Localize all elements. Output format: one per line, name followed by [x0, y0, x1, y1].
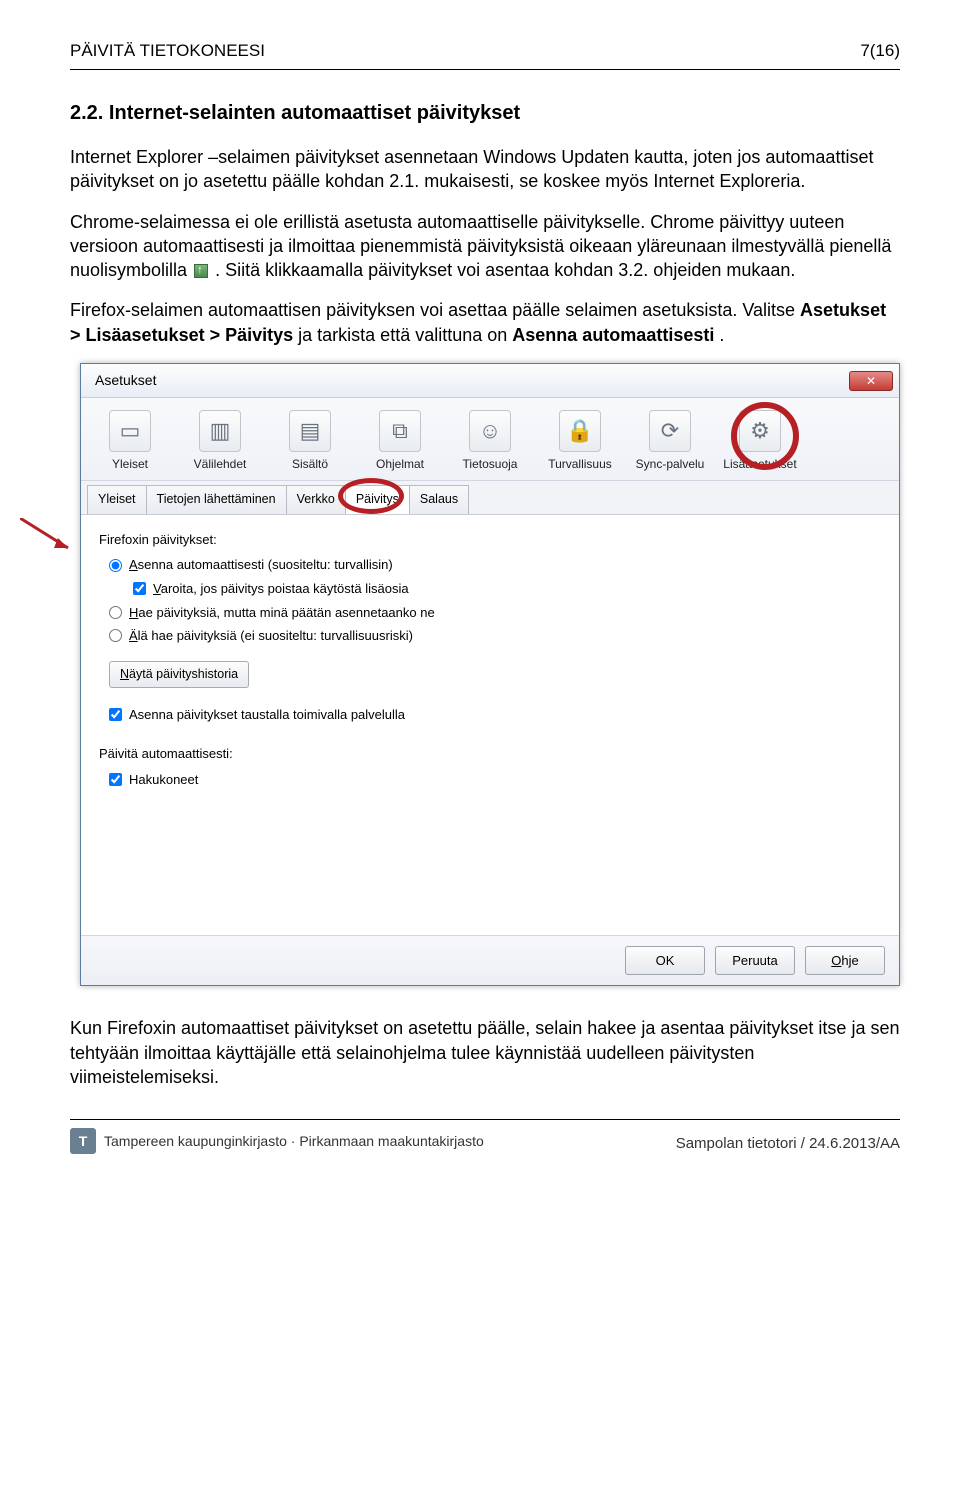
option-search-engines[interactable]: Hakukoneet — [109, 771, 881, 789]
paragraph-3: Firefox-selaimen automaattisen päivityks… — [70, 298, 900, 347]
red-highlight-ring — [338, 478, 404, 514]
auto-update-group-label: Päivitä automaattisesti: — [99, 745, 881, 763]
dialog-footer: OK Peruuta Ohje — [81, 935, 899, 986]
header-page-number: 7(16) — [860, 40, 900, 63]
radio-check-but-ask[interactable] — [109, 606, 122, 619]
subtab-verkko[interactable]: Verkko — [286, 485, 346, 514]
category-tietosuoja[interactable]: ☺Tietosuoja — [445, 406, 535, 480]
option-background-service[interactable]: Asenna päivitykset taustalla toimivalla … — [109, 706, 881, 724]
firefox-settings-dialog: Asetukset ✕ ▭Yleiset▥Välilehdet▤Sisältö⧉… — [80, 363, 900, 986]
subtab-päivitys[interactable]: Päivitys — [345, 485, 410, 514]
header-left: PÄIVITÄ TIETOKONEESI — [70, 40, 265, 63]
show-update-history-button[interactable]: Näytä päivityshistoria — [109, 661, 249, 688]
category-sisältö[interactable]: ▤Sisältö — [265, 406, 355, 480]
checkbox-background-service[interactable] — [109, 708, 122, 721]
category-icon: ▤ — [289, 410, 331, 452]
chrome-update-arrow-icon — [194, 264, 208, 278]
category-turvallisuus[interactable]: 🔒Turvallisuus — [535, 406, 625, 480]
category-icon: ▭ — [109, 410, 151, 452]
category-lisäasetukset[interactable]: ⚙Lisäasetukset — [715, 406, 805, 480]
cancel-button[interactable]: Peruuta — [715, 946, 795, 976]
page-header: PÄIVITÄ TIETOKONEESI 7(16) — [70, 40, 900, 63]
footer-logo: T Tampereen kaupunginkirjasto · Pirkanma… — [70, 1128, 484, 1154]
option-check-but-ask[interactable]: Hae päivityksiä, mutta minä päätän asenn… — [109, 604, 881, 622]
red-pointer-arrow — [20, 518, 80, 558]
subtab-yleiset[interactable]: Yleiset — [87, 485, 147, 514]
footer-right-text: Sampolan tietotori / 24.6.2013/AA — [676, 1134, 900, 1154]
category-icon: 🔒 — [559, 410, 601, 452]
advanced-subtabs: YleisetTietojen lähettäminenVerkkoPäivit… — [81, 481, 899, 515]
header-rule — [70, 69, 900, 70]
paragraph-1: Internet Explorer –selaimen päivitykset … — [70, 145, 900, 194]
paragraph-4: Kun Firefoxin automaattiset päivitykset … — [70, 1016, 900, 1089]
category-yleiset[interactable]: ▭Yleiset — [85, 406, 175, 480]
firefox-updates-group-label: Firefoxin päivitykset: — [99, 531, 881, 549]
category-icon: ⧉ — [379, 410, 421, 452]
category-ohjelmat[interactable]: ⧉Ohjelmat — [355, 406, 445, 480]
footer-rule — [70, 1119, 900, 1120]
category-icon: ▥ — [199, 410, 241, 452]
category-icon: ☺ — [469, 410, 511, 452]
footer-logo-text: Tampereen kaupunginkirjasto · Pirkanmaan… — [104, 1132, 484, 1151]
category-icon: ⟳ — [649, 410, 691, 452]
close-button[interactable]: ✕ — [849, 371, 893, 391]
dialog-titlebar: Asetukset ✕ — [81, 364, 899, 398]
dialog-category-toolbar: ▭Yleiset▥Välilehdet▤Sisältö⧉Ohjelmat☺Tie… — [81, 398, 899, 481]
section-title: 2.2. Internet-selainten automaattiset pä… — [70, 100, 900, 127]
option-install-automatically[interactable]: Asenna automaattisesti (suositeltu: turv… — [109, 556, 881, 574]
help-button[interactable]: Ohje — [805, 946, 885, 976]
subtab-tietojen lähettäminen[interactable]: Tietojen lähettäminen — [146, 485, 287, 514]
radio-never-check[interactable] — [109, 629, 122, 642]
page-footer: T Tampereen kaupunginkirjasto · Pirkanma… — [70, 1128, 900, 1154]
ok-button[interactable]: OK — [625, 946, 705, 976]
dialog-title: Asetukset — [95, 371, 156, 390]
option-never-check[interactable]: Älä hae päivityksiä (ei suositeltu: turv… — [109, 627, 881, 645]
option-warn-addons[interactable]: Varoita, jos päivitys poistaa käytöstä l… — [133, 580, 881, 598]
paragraph-2: Chrome-selaimessa ei ole erillistä asetu… — [70, 210, 900, 283]
dialog-body: Firefoxin päivitykset: Asenna automaatti… — [81, 515, 899, 935]
checkbox-warn-addons[interactable] — [133, 582, 146, 595]
radio-install-automatically[interactable] — [109, 559, 122, 572]
checkbox-search-engines[interactable] — [109, 773, 122, 786]
category-sync-palvelu[interactable]: ⟳Sync-palvelu — [625, 406, 715, 480]
red-highlight-ring — [731, 402, 799, 470]
category-välilehdet[interactable]: ▥Välilehdet — [175, 406, 265, 480]
subtab-salaus[interactable]: Salaus — [409, 485, 469, 514]
library-logo-icon: T — [70, 1128, 96, 1154]
